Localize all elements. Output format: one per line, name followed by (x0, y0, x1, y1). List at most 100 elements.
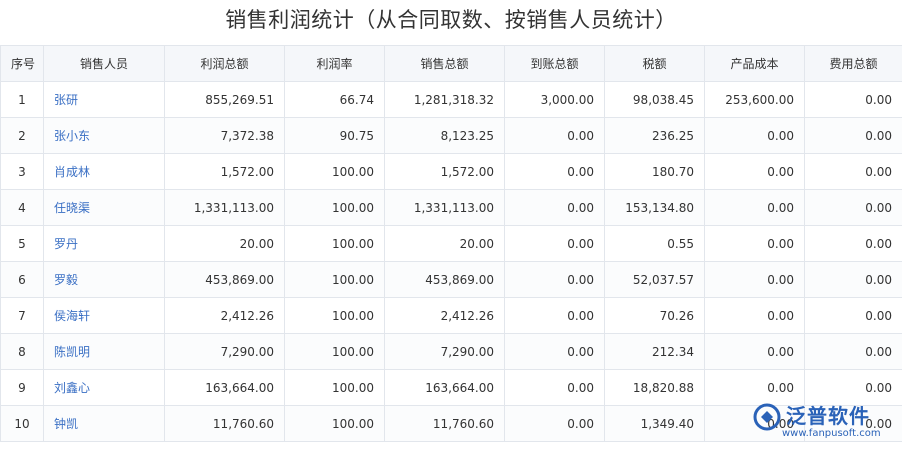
col-header-sales[interactable]: 销售总额 (384, 45, 505, 82)
cell-sales: 8,123.25 (384, 117, 505, 154)
table-row[interactable]: 10 钟凯 11,760.60 100.00 11,760.60 0.00 1,349.40… (0, 405, 902, 442)
cell-received: 0.00 (504, 153, 605, 190)
cell-sales: 1,572.00 (384, 153, 505, 190)
cell-salesperson: 陈凯明 (43, 333, 165, 370)
cell-no: 9 (0, 369, 44, 406)
cell-cost: 0.00 (704, 297, 805, 334)
cell-salesperson: 罗丹 (43, 225, 165, 262)
cell-profit: 163,664.00 (164, 369, 285, 406)
cell-sales: 20.00 (384, 225, 505, 262)
cell-no: 4 (0, 189, 44, 226)
table-row[interactable]: 1 张研 855,269.51 66.74 1,281,318.32 3,000.00 98… (0, 81, 902, 118)
table-row[interactable]: 8 陈凯明 7,290.00 100.00 7,290.00 0.00 212.34 0.00… (0, 333, 902, 370)
cell-received: 0.00 (504, 117, 605, 154)
col-header-profit-rate[interactable]: 利润率 (284, 45, 385, 82)
cell-profit-rate: 66.74 (284, 81, 385, 118)
cell-profit-rate: 100.00 (284, 189, 385, 226)
salesperson-link[interactable]: 陈凯明 (54, 345, 90, 359)
cell-profit-rate: 100.00 (284, 369, 385, 406)
cell-expense: 0.00 (804, 153, 902, 190)
cell-profit: 1,572.00 (164, 153, 285, 190)
cell-salesperson: 张研 (43, 81, 165, 118)
cell-received: 0.00 (504, 189, 605, 226)
salesperson-link[interactable]: 刘鑫心 (54, 381, 90, 395)
cell-cost: 0.00 (704, 189, 805, 226)
cell-tax: 153,134.80 (604, 189, 705, 226)
col-header-tax[interactable]: 税额 (604, 45, 705, 82)
cell-cost: 0.00 (704, 333, 805, 370)
cell-expense: 0.00 (804, 117, 902, 154)
salesperson-link[interactable]: 罗丹 (54, 237, 78, 251)
cell-no: 1 (0, 81, 44, 118)
cell-profit: 7,290.00 (164, 333, 285, 370)
cell-sales: 2,412.26 (384, 297, 505, 334)
table-row[interactable]: 6 罗毅 453,869.00 100.00 453,869.00 0.00 52,037.… (0, 261, 902, 298)
cell-salesperson: 肖成林 (43, 153, 165, 190)
cell-tax: 70.26 (604, 297, 705, 334)
salesperson-link[interactable]: 罗毅 (54, 273, 78, 287)
cell-tax: 18,820.88 (604, 369, 705, 406)
cell-profit-rate: 100.00 (284, 297, 385, 334)
col-header-profit[interactable]: 利润总额 (164, 45, 285, 82)
cell-profit: 1,331,113.00 (164, 189, 285, 226)
salesperson-link[interactable]: 肖成林 (54, 165, 90, 179)
table-header-row: 序号 销售人员 利润总额 利润率 销售总额 到账总额 税额 产品成本 费用总额 (0, 45, 902, 82)
col-header-expense[interactable]: 费用总额 (804, 45, 902, 82)
cell-profit-rate: 100.00 (284, 225, 385, 262)
salesperson-link[interactable]: 张小东 (54, 129, 90, 143)
cell-tax: 180.70 (604, 153, 705, 190)
cell-tax: 236.25 (604, 117, 705, 154)
salesperson-link[interactable]: 任晓渠 (54, 201, 90, 215)
cell-cost: 253,600.00 (704, 81, 805, 118)
cell-sales: 1,281,318.32 (384, 81, 505, 118)
cell-received: 0.00 (504, 225, 605, 262)
cell-cost: 0.00 (704, 261, 805, 298)
cell-expense: 0.00 (804, 369, 902, 406)
cell-tax: 98,038.45 (604, 81, 705, 118)
cell-sales: 163,664.00 (384, 369, 505, 406)
salesperson-link[interactable]: 侯海轩 (54, 309, 90, 323)
cell-tax: 0.55 (604, 225, 705, 262)
cell-expense: 0.00 (804, 261, 902, 298)
cell-expense: 0.00 (804, 333, 902, 370)
cell-sales: 11,760.60 (384, 405, 505, 442)
table-row[interactable]: 2 张小东 7,372.38 90.75 8,123.25 0.00 236.25 0.00 0… (0, 117, 902, 154)
cell-tax: 212.34 (604, 333, 705, 370)
col-header-received[interactable]: 到账总额 (504, 45, 605, 82)
cell-cost: 0.00 (704, 405, 805, 442)
cell-profit-rate: 100.00 (284, 153, 385, 190)
cell-received: 0.00 (504, 333, 605, 370)
cell-no: 2 (0, 117, 44, 154)
cell-no: 6 (0, 261, 44, 298)
col-header-salesperson[interactable]: 销售人员 (43, 45, 165, 82)
cell-profit: 855,269.51 (164, 81, 285, 118)
table-row[interactable]: 9 刘鑫心 163,664.00 100.00 163,664.00 0.00 18,820… (0, 369, 902, 406)
cell-received: 0.00 (504, 297, 605, 334)
table-row[interactable]: 5 罗丹 20.00 100.00 20.00 0.00 0.55 0.00 0.00 (0, 225, 902, 262)
col-header-no[interactable]: 序号 (0, 45, 44, 82)
sales-profit-table: 序号 销售人员 利润总额 利润率 销售总额 到账总额 税额 产品成本 费用总额 … (0, 45, 902, 442)
cell-profit-rate: 100.00 (284, 333, 385, 370)
table-row[interactable]: 3 肖成林 1,572.00 100.00 1,572.00 0.00 180.70 0.00… (0, 153, 902, 190)
cell-no: 10 (0, 405, 44, 442)
cell-profit-rate: 90.75 (284, 117, 385, 154)
cell-cost: 0.00 (704, 153, 805, 190)
table-row[interactable]: 7 侯海轩 2,412.26 100.00 2,412.26 0.00 70.26 0.00 0… (0, 297, 902, 334)
salesperson-link[interactable]: 钟凯 (54, 417, 78, 431)
cell-received: 3,000.00 (504, 81, 605, 118)
cell-cost: 0.00 (704, 225, 805, 262)
cell-salesperson: 张小东 (43, 117, 165, 154)
cell-profit-rate: 100.00 (284, 405, 385, 442)
table-row[interactable]: 4 任晓渠 1,331,113.00 100.00 1,331,113.00 0.00 15… (0, 189, 902, 226)
cell-no: 7 (0, 297, 44, 334)
cell-expense: 0.00 (804, 297, 902, 334)
col-header-cost[interactable]: 产品成本 (704, 45, 805, 82)
cell-salesperson: 钟凯 (43, 405, 165, 442)
cell-salesperson: 侯海轩 (43, 297, 165, 334)
cell-expense: 0.00 (804, 81, 902, 118)
salesperson-link[interactable]: 张研 (54, 93, 78, 107)
cell-salesperson: 罗毅 (43, 261, 165, 298)
cell-no: 8 (0, 333, 44, 370)
cell-salesperson: 任晓渠 (43, 189, 165, 226)
cell-profit: 20.00 (164, 225, 285, 262)
